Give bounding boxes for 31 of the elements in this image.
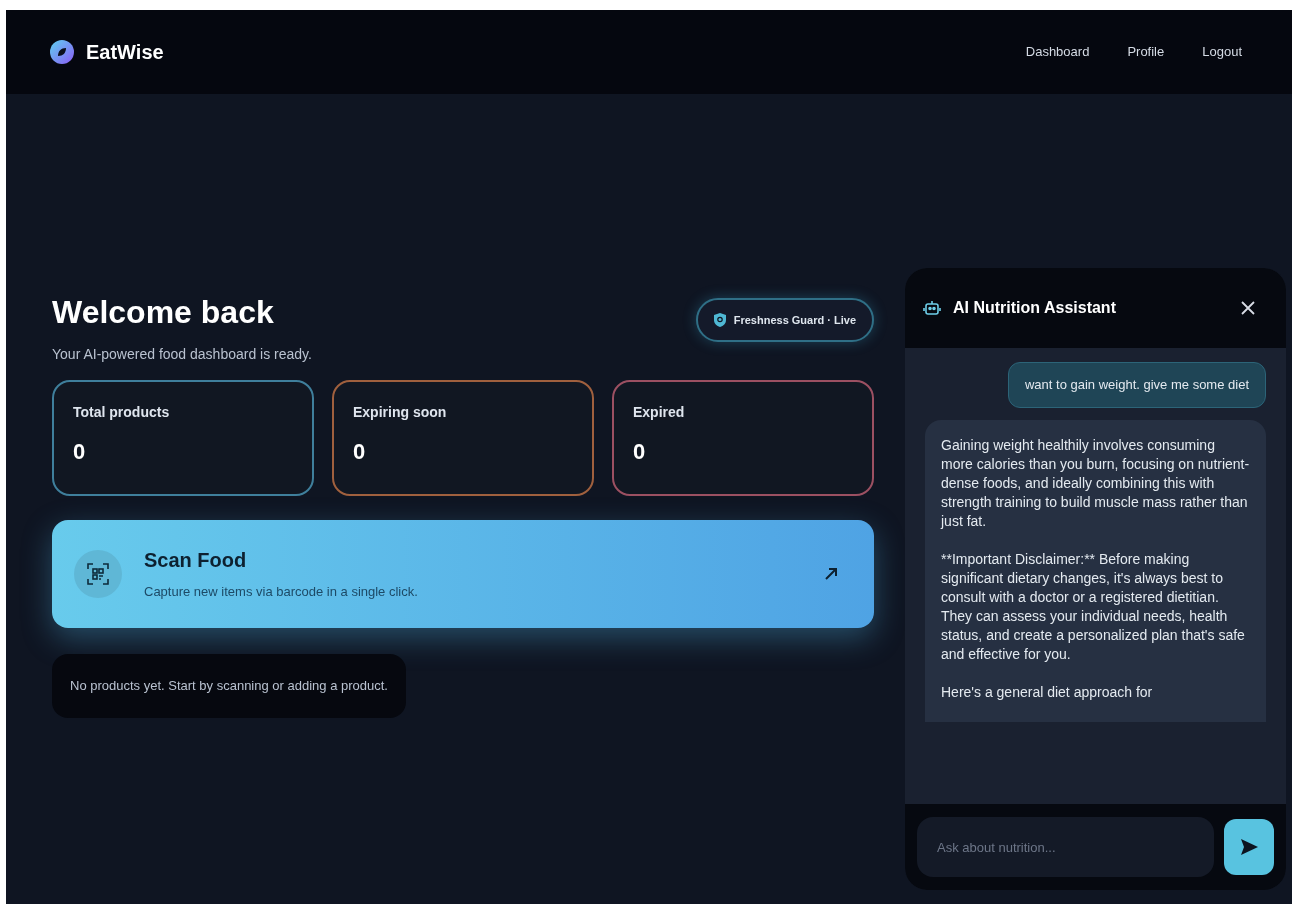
stat-value: 0 bbox=[353, 438, 367, 466]
chat-input-field[interactable]: Ask about nutrition... bbox=[917, 817, 1214, 877]
status-badge: Freshness Guard · Live bbox=[695, 298, 874, 342]
nav-link[interactable]: Dashboard bbox=[1025, 42, 1090, 62]
message-paragraph: Gaining weight healthily involves consuming more calories than you burn, focusing on nutrient-dense foods, and ideally combining this with strength training to build muscle mass rather than just fat. bbox=[941, 435, 1250, 531]
stat-label: Expired bbox=[633, 403, 686, 422]
stat-label: Total products bbox=[73, 403, 171, 422]
welcome-title: Welcome back bbox=[52, 293, 275, 332]
user-message: want to gain weight. give me some diet bbox=[1008, 362, 1266, 408]
shield-icon bbox=[713, 313, 726, 327]
message-paragraph: **Important Disclaimer:** Before making significant dietary changes, it's always best to consult with a doctor or a registered dietitian. They can assess your individual needs, health status, and create a personalized plan that's safe and effective for you. bbox=[941, 549, 1246, 664]
welcome-subtitle: Your AI-powered food dashboard is ready. bbox=[52, 345, 312, 364]
empty-state-message: No products yet. Start by scanning or adding a product. bbox=[52, 654, 406, 718]
app-name: EatWise bbox=[86, 40, 164, 65]
message-paragraph: Here's a general diet approach for bbox=[941, 682, 1154, 702]
stat-value: 0 bbox=[73, 438, 87, 466]
robot-icon bbox=[923, 299, 941, 317]
nav-link[interactable]: Logout bbox=[1202, 42, 1242, 62]
scan-food-description: Capture new items via barcode in a single click. bbox=[144, 583, 419, 602]
arrow-up-right-icon bbox=[824, 567, 838, 581]
leaf-logo-icon bbox=[50, 40, 74, 64]
scan-food-title: Scan Food bbox=[144, 548, 248, 574]
stat-label: Expiring soon bbox=[353, 403, 448, 422]
barcode-scan-icon bbox=[74, 550, 122, 598]
stat-value: 0 bbox=[633, 438, 647, 466]
chat-title: AI Nutrition Assistant bbox=[953, 298, 1117, 318]
send-icon bbox=[1239, 837, 1259, 857]
scan-food-card[interactable]: Scan Food Capture new items via barcode in a single click. bbox=[52, 520, 874, 628]
close-icon bbox=[1240, 300, 1256, 316]
send-button[interactable] bbox=[1224, 819, 1274, 875]
nav-link[interactable]: Profile bbox=[1127, 42, 1165, 62]
